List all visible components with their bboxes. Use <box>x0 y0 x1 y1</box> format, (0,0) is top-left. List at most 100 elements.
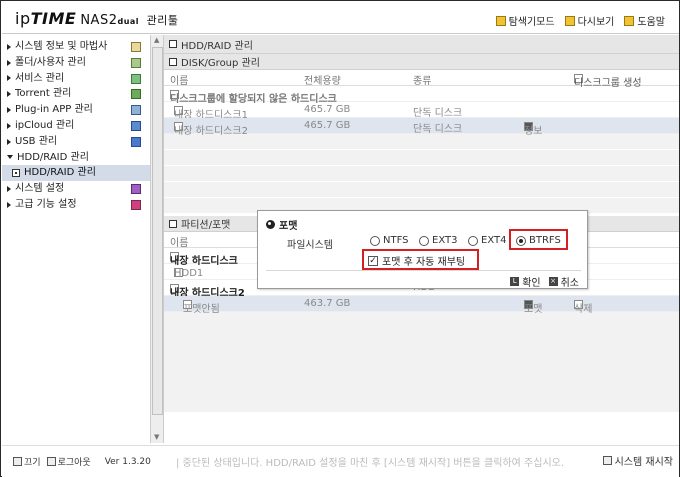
scroll-up-icon[interactable]: ▲ <box>154 36 159 44</box>
sidebar-item-label: Plug-in APP 관리 <box>15 104 93 116</box>
sidebar-item-service[interactable]: 서비스 관리 <box>2 71 150 87</box>
system-restart-button[interactable]: 시스템 재시작 <box>602 453 673 468</box>
format-label: 포맷 <box>524 304 543 315</box>
sidebar-item-hdd-raid[interactable]: HDD/RAID 관리 <box>2 150 150 166</box>
scroll-down-icon[interactable]: ▼ <box>154 433 159 441</box>
partition-name: 포맷안됨 <box>183 304 220 315</box>
radio-ntfs[interactable]: NTFS <box>370 235 409 246</box>
sidebar-scrollbar[interactable]: ▲ ▼ <box>150 35 164 443</box>
help-icon <box>624 15 635 26</box>
table-row[interactable]: 내장 하드디스크1 465.7 GB 단독 디스크 <box>164 102 679 121</box>
sidebar-item-plugin[interactable]: Plug-in APP 관리 <box>2 102 150 118</box>
help-label: 도움말 <box>637 17 665 28</box>
help-button[interactable]: 도움말 <box>624 13 665 28</box>
disk-type: 단독 디스크 <box>413 124 463 135</box>
unassigned-disks-header: 디스크그룹에 할당되지 않은 하드디스크 <box>164 86 679 105</box>
dialog-buttons: L 확인 × 취소 <box>510 274 579 289</box>
sidebar-item-label: HDD/RAID 관리 <box>17 151 89 163</box>
header-toolbar: 탐색기모드 다시보기 도움말 <box>495 13 665 28</box>
logout-icon <box>46 457 56 466</box>
chevron-down-icon <box>7 155 13 160</box>
partition-empty-area <box>164 312 679 412</box>
disk-name: 내장 하드디스크2 <box>174 126 248 137</box>
version-text: Ver 1.3.20 <box>104 456 151 467</box>
page-title: HDD/RAID 관리 <box>164 35 679 54</box>
radio-label: EXT4 <box>481 235 507 246</box>
logout-button[interactable]: 로그아웃 <box>46 455 91 468</box>
restart-icon <box>602 456 612 465</box>
column-name: 이름 <box>170 76 189 87</box>
sidebar-subitem-label: HDD/RAID 관리 <box>24 167 96 179</box>
scrollbar-thumb[interactable] <box>152 47 163 415</box>
chevron-right-icon <box>7 122 11 129</box>
sidebar-item-advanced[interactable]: 고급 기능 설정 <box>2 197 150 213</box>
cancel-label: 취소 <box>560 278 579 289</box>
disk-icon <box>12 169 20 178</box>
dialog-title-text: 포맷 <box>279 221 298 232</box>
sidebar-item-system-info[interactable]: 시스템 정보 및 마법사 <box>2 39 150 55</box>
radio-ext4[interactable]: EXT4 <box>468 235 506 246</box>
chevron-right-icon <box>7 107 11 114</box>
service-icon <box>131 73 141 84</box>
btrfs-highlight-box <box>509 229 568 250</box>
disk-group-title: DISK/Group 관리 <box>181 58 260 69</box>
power-off-label: 끄기 <box>24 458 41 468</box>
table-row[interactable]: 내장 하드디스크2 465.7 GB 단독 디스크 정보 <box>164 118 679 137</box>
chevron-right-icon <box>7 201 11 208</box>
power-icon <box>13 457 22 466</box>
refresh-icon <box>564 15 575 26</box>
torrent-icon <box>131 89 141 100</box>
table-row[interactable]: 포맷안됨 463.7 GB 포맷 삭제 <box>164 296 679 315</box>
app-window: ipTIME NAS2dual 관리툴 탐색기모드 다시보기 도움말 시스템 정보… <box>0 0 680 477</box>
radio-circle <box>468 235 478 246</box>
disk-group-empty-area <box>164 134 679 214</box>
partition-name: HDD1 <box>174 268 204 279</box>
radio-ext3[interactable]: EXT3 <box>419 235 457 246</box>
chevron-right-icon <box>7 59 11 66</box>
refresh-button[interactable]: 다시보기 <box>564 13 614 28</box>
sidebar-item-label: ipCloud 관리 <box>15 119 75 131</box>
chart-icon <box>131 42 141 52</box>
disk-group-column-header: 이름 전체용량 종류 디스크그룹 생성 <box>164 70 679 89</box>
sidebar-item-torrent[interactable]: Torrent 관리 <box>2 86 150 102</box>
sidebar-item-folder-user[interactable]: 폴더/사용자 관리 <box>2 55 150 71</box>
usb-icon <box>131 136 141 147</box>
app-header: ipTIME NAS2dual 관리툴 탐색기모드 다시보기 도움말 <box>2 2 679 34</box>
column-name: 이름 <box>170 238 189 249</box>
sidebar-item-system-settings[interactable]: 시스템 설정 <box>2 181 150 197</box>
confirm-button[interactable]: L 확인 <box>510 274 541 289</box>
sidebar-item-label: 시스템 설정 <box>15 183 65 195</box>
radio-circle <box>370 235 380 246</box>
sidebar-subitem-hdd-raid[interactable]: HDD/RAID 관리 <box>2 165 150 182</box>
sidebar-item-label: 고급 기능 설정 <box>15 198 77 210</box>
column-size: 전체용량 <box>304 76 341 87</box>
cancel-button[interactable]: × 취소 <box>548 274 579 289</box>
power-off-button[interactable]: 끄기 <box>13 455 41 468</box>
sidebar-item-ipcloud[interactable]: ipCloud 관리 <box>2 118 150 134</box>
disk-group-icon <box>169 57 177 66</box>
sidebar-item-label: Torrent 관리 <box>15 88 72 100</box>
confirm-label: 확인 <box>522 278 541 289</box>
close-icon: × <box>548 277 558 286</box>
format-dialog: 포맷 파일시스템 NTFS EXT3 EXT4 BTRFS ✓ 포맷 후 자동 … <box>257 210 588 289</box>
column-type: 종류 <box>413 76 432 87</box>
explorer-icon <box>495 15 506 26</box>
chevron-right-icon <box>7 186 11 193</box>
dialog-divider <box>266 270 581 271</box>
chevron-right-icon <box>7 75 11 82</box>
confirm-icon: L <box>510 277 520 286</box>
advanced-icon <box>131 199 141 210</box>
reboot-highlight-box <box>362 249 479 270</box>
explorer-mode-button[interactable]: 탐색기모드 <box>495 13 555 28</box>
partition-icon <box>169 219 177 228</box>
plugin-icon <box>131 105 141 116</box>
sidebar-item-usb[interactable]: USB 관리 <box>2 134 150 150</box>
page-title-text: HDD/RAID 관리 <box>181 40 253 52</box>
app-logo: ipTIME NAS2dual 관리툴 <box>15 9 179 28</box>
partition-title: 파티션/포맷 <box>181 220 231 231</box>
partition-size: 463.7 GB <box>304 298 351 309</box>
sidebar-item-label: USB 관리 <box>15 135 58 147</box>
disk-size: 465.7 GB <box>304 104 351 115</box>
chevron-right-icon <box>7 43 11 50</box>
sidebar-footer: 끄기 로그아웃 Ver 1.3.20 <box>2 445 164 477</box>
